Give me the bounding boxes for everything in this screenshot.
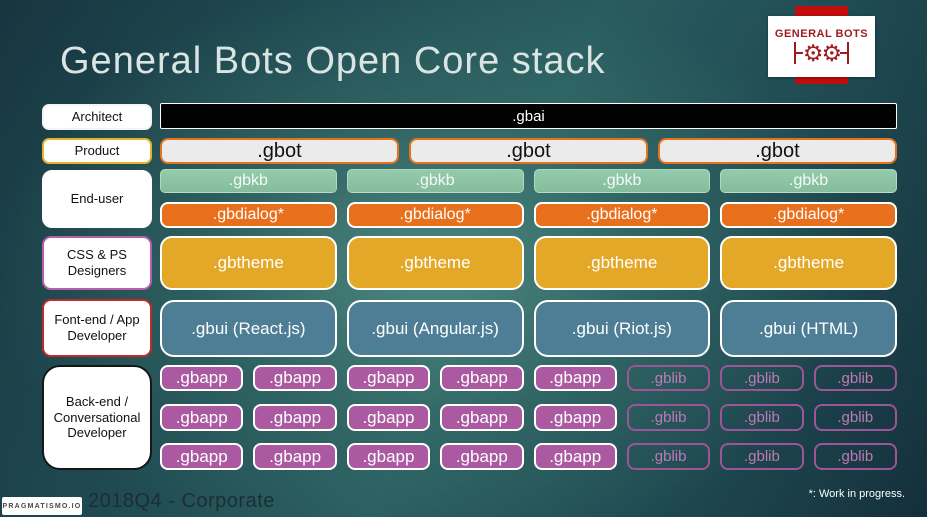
- label-css-ps-designers: CSS & PS Designers: [42, 236, 152, 290]
- gbkb-box: .gbkb: [720, 169, 897, 193]
- gblib-box: .gblib: [813, 404, 897, 431]
- gbai-box: .gbai: [160, 103, 897, 129]
- gbapp-box: .gbapp: [533, 404, 617, 431]
- gbapp-box: .gbapp: [533, 443, 617, 470]
- row-gbtheme: .gbtheme .gbtheme .gbtheme .gbtheme: [160, 236, 897, 290]
- label-architect: Architect: [42, 104, 152, 130]
- gbdialog-box: .gbdialog*: [346, 202, 524, 228]
- gbapp-box: .gbapp: [160, 365, 244, 391]
- gbapp-box: .gbapp: [346, 443, 431, 470]
- gblib-box: .gblib: [626, 365, 711, 391]
- gblib-box: .gblib: [720, 365, 804, 391]
- label-frontend-developer: Font-end / App Developer: [42, 299, 152, 357]
- gbot-box: .gbot: [658, 138, 897, 164]
- gbapp-box: .gbapp: [440, 443, 524, 470]
- row-backend-2: .gbapp .gbapp .gbapp .gbapp .gbapp .gbli…: [160, 404, 897, 431]
- row-backend-3: .gbapp .gbapp .gbapp .gbapp .gbapp .gbli…: [160, 443, 897, 470]
- row-gbai: .gbai: [160, 103, 897, 129]
- gblib-box: .gblib: [626, 443, 711, 470]
- work-in-progress-note: *: Work in progress.: [808, 488, 905, 500]
- gbui-riot-box: .gbui (Riot.js): [533, 300, 711, 357]
- gbot-box: .gbot: [409, 138, 648, 164]
- row-gbui: .gbui (React.js) .gbui (Angular.js) .gbu…: [160, 300, 897, 357]
- row-backend-1: .gbapp .gbapp .gbapp .gbapp .gbapp .gbli…: [160, 365, 897, 391]
- gbkb-box: .gbkb: [533, 169, 711, 193]
- row-gbot: .gbot .gbot .gbot: [160, 138, 897, 164]
- gblib-box: .gblib: [626, 404, 711, 431]
- label-backend-developer: Back-end / Conversational Developer: [42, 365, 152, 470]
- gear-icon: ⚙⚙: [793, 39, 850, 66]
- gbapp-box: .gbapp: [346, 365, 431, 391]
- general-bots-logo: GENERAL BOTS ⚙⚙: [768, 16, 875, 77]
- row-gbkb: .gbkb .gbkb .gbkb .gbkb: [160, 169, 897, 193]
- footer-caption: 2018Q4 - Corporate: [88, 490, 275, 512]
- gbdialog-box: .gbdialog*: [720, 202, 897, 228]
- gear-left-hbar: [795, 52, 803, 54]
- gbot-box: .gbot: [160, 138, 399, 164]
- slide: General Bots Open Core stack GENERAL BOT…: [0, 0, 927, 517]
- label-end-user: End-user: [42, 170, 152, 228]
- gbtheme-box: .gbtheme: [160, 236, 337, 290]
- gear-right-bar: [847, 42, 850, 64]
- gbui-react-box: .gbui (React.js): [160, 300, 337, 357]
- gblib-box: .gblib: [813, 365, 897, 391]
- label-product: Product: [42, 138, 152, 164]
- gbtheme-box: .gbtheme: [533, 236, 711, 290]
- gbapp-box: .gbapp: [440, 404, 524, 431]
- gblib-box: .gblib: [813, 443, 897, 470]
- page-title: General Bots Open Core stack: [60, 40, 606, 82]
- gbtheme-box: .gbtheme: [720, 236, 897, 290]
- gbkb-box: .gbkb: [160, 169, 337, 193]
- gbkb-box: .gbkb: [346, 169, 524, 193]
- gbapp-box: .gbapp: [253, 365, 337, 391]
- gbapp-box: .gbapp: [533, 365, 617, 391]
- gears-glyphs-icon: ⚙⚙: [802, 39, 842, 66]
- gblib-box: .gblib: [720, 404, 804, 431]
- gbapp-box: .gbapp: [346, 404, 431, 431]
- gbapp-box: .gbapp: [440, 365, 524, 391]
- gbapp-box: .gbapp: [160, 404, 244, 431]
- gblib-box: .gblib: [720, 443, 804, 470]
- gbdialog-box: .gbdialog*: [533, 202, 711, 228]
- gbui-html-box: .gbui (HTML): [720, 300, 897, 357]
- gear-right-hbar: [840, 52, 848, 54]
- gbapp-box: .gbapp: [253, 443, 337, 470]
- gbapp-box: .gbapp: [253, 404, 337, 431]
- row-gbdialog: .gbdialog* .gbdialog* .gbdialog* .gbdial…: [160, 202, 897, 228]
- gbapp-box: .gbapp: [160, 443, 244, 470]
- gbui-angular-box: .gbui (Angular.js): [346, 300, 524, 357]
- gbdialog-box: .gbdialog*: [160, 202, 337, 228]
- logo-brand-text: GENERAL BOTS: [774, 27, 869, 40]
- gbtheme-box: .gbtheme: [346, 236, 524, 290]
- pragmatismo-badge: PRAGMATISMO.IO: [2, 497, 82, 515]
